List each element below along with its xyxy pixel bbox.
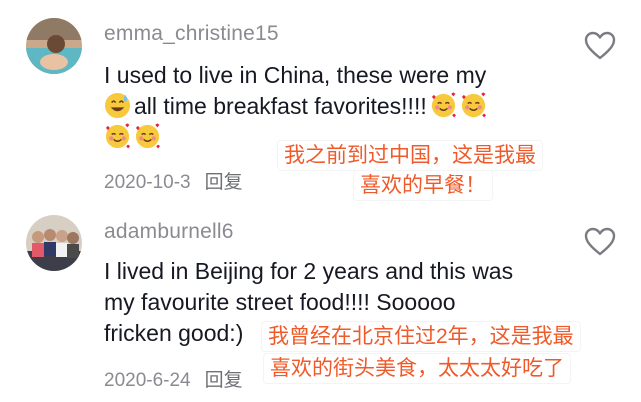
comment-meta: 2020-6-24 回复 (104, 365, 243, 392)
comment-meta: 2020-10-3 回复 (104, 167, 243, 194)
comment-text-line: all time breakfast favorites!!!! (104, 91, 544, 122)
translation-subtitle: 我之前到过中国，这是我最 (278, 141, 542, 170)
comment-text-line: my favourite street food!!!! Sooooo (104, 289, 456, 315)
comment-item: adamburnell6 I lived in Beijing for 2 ye… (0, 200, 641, 402)
heart-outline-icon[interactable] (584, 227, 616, 257)
smiling-hearts-emoji (431, 92, 456, 118)
grinning-sweat-emoji (104, 92, 131, 119)
smiling-hearts-emoji (461, 92, 486, 118)
translation-subtitle: 我曾经在北京住过2年，这是我最 (262, 322, 580, 351)
username[interactable]: emma_christine15 (104, 22, 279, 46)
smiling-hearts-emoji (105, 123, 131, 149)
comment-date: 2020-6-24 (104, 370, 191, 391)
heart-outline-icon[interactable] (584, 31, 616, 61)
comment-text-line: I used to live in China, these were my (104, 62, 487, 88)
smiling-hearts-emoji (135, 123, 161, 149)
translation-subtitle: 喜欢的早餐！ (354, 171, 492, 200)
comment-text-line: I lived in Beijing for 2 years and this … (104, 258, 514, 284)
reply-button[interactable]: 回复 (205, 172, 243, 193)
translation-subtitle: 喜欢的街头美食，太太太好吃了 (264, 354, 570, 383)
comment-text: I used to live in China, these were my a… (104, 60, 544, 153)
comment-date: 2020-10-3 (104, 172, 191, 193)
avatar[interactable] (26, 18, 82, 74)
comment-item: emma_christine15 I used to live in China… (0, 0, 641, 200)
reply-button[interactable]: 回复 (205, 370, 243, 391)
avatar[interactable] (26, 215, 82, 271)
comment-text-segment: all time breakfast favorites!!!! (134, 93, 427, 119)
username[interactable]: adamburnell6 (104, 220, 234, 244)
comment-list: emma_christine15 I used to live in China… (0, 0, 641, 402)
